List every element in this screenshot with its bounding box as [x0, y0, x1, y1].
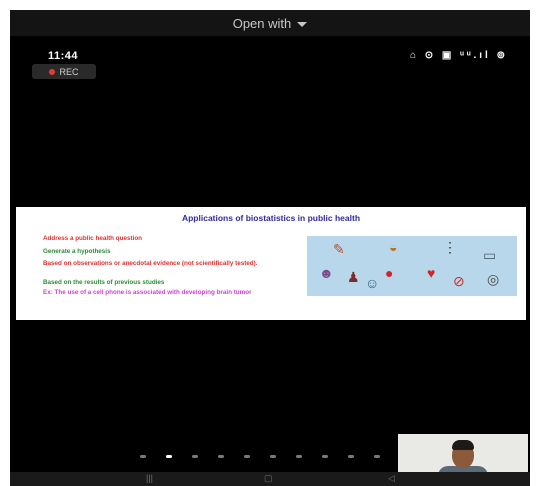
open-with-button[interactable]: Open with [10, 10, 530, 36]
no-smoking-icon: ⊘ [453, 273, 465, 289]
chevron-down-icon [297, 21, 308, 27]
presentation-slide: Applications of biostatistics in public … [16, 207, 526, 320]
back-icon[interactable]: ◁ [388, 473, 395, 484]
traffic-light-icon: ⋮ [443, 239, 457, 255]
rec-badge: REC [32, 64, 96, 79]
record-dot-icon [49, 68, 56, 75]
person-icon: ♟ [347, 269, 360, 285]
apple-icon: ● [385, 265, 394, 281]
slide-title: Applications of biostatistics in public … [181, 213, 361, 223]
slide-bullet: Generate a hypothesis [43, 248, 111, 255]
public-health-collage: ✎ ◒ ⋮ ▭ ☻ ♟ ● ♥ ⊘ ☺ ◎ [307, 236, 517, 296]
page-dot[interactable] [322, 454, 328, 458]
android-nav-bar: ||| ▢ ◁ [10, 472, 530, 486]
recent-apps-icon[interactable]: ||| [146, 473, 153, 483]
scale-icon: ◎ [487, 271, 500, 287]
self-camera-preview[interactable] [398, 434, 528, 474]
page-dot[interactable] [348, 454, 354, 458]
page-indicator [140, 451, 380, 461]
page-dot[interactable] [140, 454, 146, 458]
status-icons: ⌂ ⊙ ▣ ᵘᵘ.ıl ⊚ [409, 50, 508, 61]
page-dot[interactable] [374, 454, 380, 458]
rec-label: REC [59, 66, 79, 77]
page-dot[interactable] [270, 454, 276, 458]
slide-bullet: Based on observations or anecdotal evide… [43, 260, 258, 267]
heartbeat-icon: ♥ [427, 265, 436, 281]
syringe-icon: ✎ [333, 241, 345, 257]
open-with-label: Open with [232, 15, 292, 31]
page-dot[interactable] [296, 454, 302, 458]
doctor-icon: ☺ [365, 275, 380, 291]
page-dot[interactable] [192, 454, 198, 458]
page-dot[interactable] [218, 454, 224, 458]
crowd-icon: ☻ [319, 265, 334, 281]
burger-icon: ◒ [389, 239, 398, 255]
slide-bullet: Address a public health question [43, 235, 143, 242]
home-icon[interactable]: ▢ [264, 473, 273, 484]
presenter-hair [452, 440, 474, 450]
slide-bullet: Ex: The use of a cell phone is associate… [43, 289, 252, 296]
smoking-icon: ▭ [483, 247, 497, 263]
page-dot-active[interactable] [166, 454, 172, 458]
video-viewer[interactable]: Open with 11:44 ⌂ ⊙ ▣ ᵘᵘ.ıl ⊚ REC Applic… [10, 10, 530, 486]
status-time: 11:44 [48, 50, 79, 62]
page-dot[interactable] [244, 454, 250, 458]
slide-bullet: Based on the results of previous studies [43, 279, 165, 286]
